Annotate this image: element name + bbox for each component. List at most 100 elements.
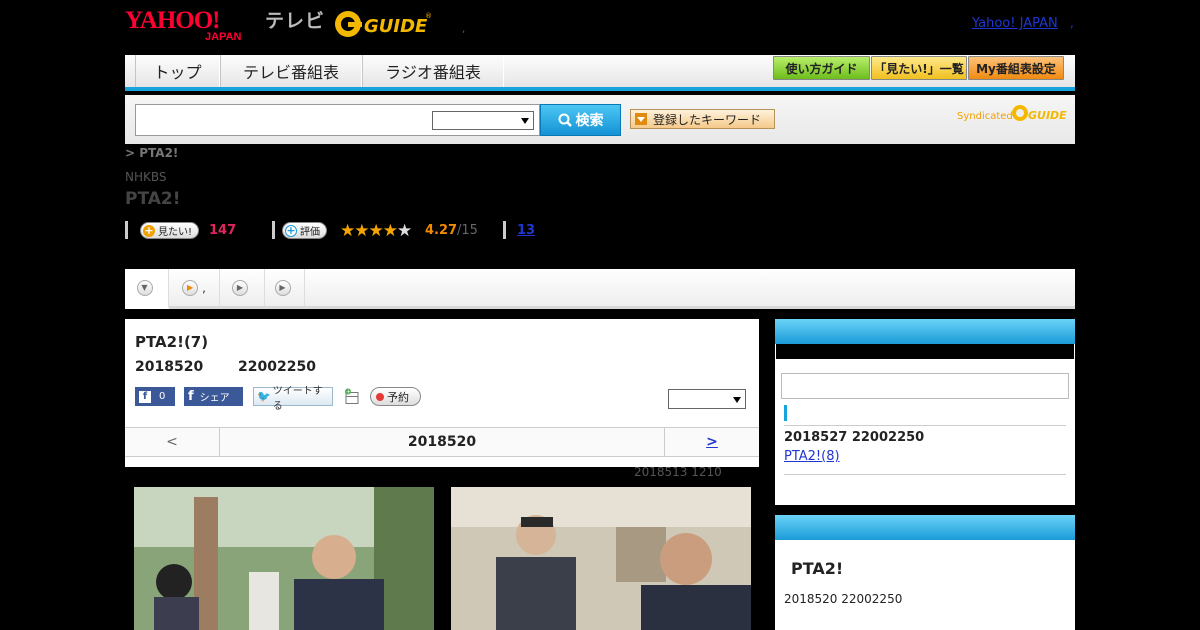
episode-title: PTA2!(7) — [135, 333, 209, 351]
plus-icon: + — [285, 223, 297, 237]
svg-text:+: + — [346, 389, 351, 396]
guide-button[interactable]: 使い方ガイド — [773, 56, 870, 80]
tab-episodes[interactable]: ▶ , — [169, 269, 220, 306]
tab-reviews[interactable]: ▶ — [220, 269, 265, 306]
yahoo-link-dot: , — [1070, 16, 1074, 30]
episode-navigation: < 2018520 > — [125, 427, 759, 457]
rating-count: /15 — [457, 223, 478, 238]
section-marker — [784, 405, 787, 421]
panel-header — [775, 319, 1075, 344]
episode-photo — [134, 487, 434, 630]
dropdown-arrow-icon — [635, 113, 647, 125]
facebook-icon: f — [188, 389, 194, 404]
main-navbar: トップ テレビ番組表 ラジオ番組表 使い方ガイド 「見たい!」一覧 My番組表設… — [125, 55, 1075, 91]
want-button[interactable]: + 見たい! — [140, 222, 200, 239]
syndicated-gguide-badge: Syndicated GUIDE — [957, 105, 1067, 122]
breadcrumb[interactable]: > PTA2! — [125, 146, 178, 160]
panel-header — [775, 515, 1075, 540]
search-button[interactable]: 検索 — [540, 104, 621, 136]
play-icon: ▶ — [274, 279, 291, 296]
next-broadcast-panel: 2018527 22002250 PTA2!(8) — [775, 319, 1075, 505]
nav-tab-top[interactable]: トップ — [135, 55, 220, 87]
svg-text:GUIDE: GUIDE — [1028, 109, 1067, 122]
record-dot-icon — [376, 392, 384, 401]
registered-keywords-button[interactable]: 登録したキーワード — [630, 109, 775, 129]
reserve-button[interactable]: 予約 — [370, 387, 421, 406]
chevron-down-icon — [733, 397, 741, 403]
search-bar: 検索 登録したキーワード Syndicated GUIDE — [125, 95, 1075, 144]
review-count-link[interactable]: 13 — [517, 223, 535, 238]
nav-tab-tv-listings[interactable]: テレビ番組表 — [220, 55, 362, 87]
syndicated-label: Syndicated — [957, 111, 1013, 122]
next-episode-link[interactable]: PTA2!(8) — [784, 449, 840, 464]
my-listings-settings-button[interactable]: My番組表設定 — [968, 56, 1064, 80]
stat-separator — [125, 221, 128, 239]
yahoo-japan-logo[interactable]: YAHOO! JAPAN — [125, 6, 261, 42]
program-info-date: 2018520 22002250 — [784, 592, 903, 606]
next-episode-button[interactable]: > — [664, 428, 759, 456]
nav-current-date: 2018520 — [407, 434, 477, 450]
play-icon: ▶ — [232, 279, 248, 296]
rating-value: 4.27 — [425, 223, 458, 238]
add-calendar-icon[interactable]: + — [343, 387, 361, 406]
episode-panel: PTA2!(7) 2018520 22002250 f 0 f シェア 🐦 ツイ… — [125, 319, 759, 467]
rating-stars: ★★★★★ — [340, 221, 412, 241]
episode-select[interactable] — [668, 389, 746, 409]
page-title: PTA2! — [125, 189, 181, 209]
like-count: 0 — [159, 391, 166, 402]
svg-text:JAPAN: JAPAN — [205, 31, 242, 42]
yahoo-japan-link[interactable]: Yahoo! JAPAN — [972, 16, 1058, 31]
tweet-label: ツイートする — [272, 385, 323, 412]
program-info-panel: PTA2! 2018520 22002250 — [775, 515, 1075, 630]
panel-search-input[interactable] — [781, 373, 1069, 399]
tab-overview[interactable]: ▼ — [125, 269, 169, 309]
episode-time: 22002250 — [238, 359, 316, 375]
star-filled-icon: ★ — [368, 221, 384, 241]
search-button-label: 検索 — [575, 113, 604, 129]
channel-name: NHKBS — [125, 170, 167, 184]
chevron-down-icon — [521, 118, 529, 124]
episode-photo — [451, 487, 751, 630]
plus-icon: + — [143, 223, 155, 237]
search-category-select[interactable] — [432, 111, 534, 130]
want-count: 147 — [209, 223, 237, 238]
play-icon: ▶ — [182, 279, 199, 296]
tweet-button[interactable]: 🐦 ツイートする — [253, 386, 333, 412]
want-list-button[interactable]: 「見たい!」一覧 — [871, 56, 967, 80]
want-button-label: 見たい! — [158, 227, 193, 238]
prev-episode-button[interactable]: < — [125, 428, 220, 456]
star-filled-icon: ★ — [354, 221, 369, 241]
svg-text:®: ® — [425, 12, 432, 20]
panel-header-bar — [776, 344, 1074, 359]
share-label: シェア — [199, 393, 230, 404]
twitter-bird-icon: 🐦 — [257, 390, 271, 403]
updated-timestamp: 2018513 1210 — [634, 465, 722, 479]
tv-label: テレビ — [265, 10, 326, 32]
svg-text:GUIDE: GUIDE — [364, 16, 428, 37]
star-empty-icon: ★ — [397, 221, 412, 241]
nav-tab-radio-listings[interactable]: ラジオ番組表 — [362, 55, 504, 87]
gguide-small-logo: GUIDE — [1012, 105, 1067, 122]
stat-separator — [503, 221, 506, 239]
facebook-icon: f — [139, 390, 151, 403]
reserve-label: 予約 — [387, 390, 409, 404]
star-filled-icon: ★ — [382, 221, 398, 241]
tab-episodes-label: , — [202, 280, 206, 295]
tab-related[interactable]: ▶ — [265, 269, 305, 306]
rate-button-label: 評価 — [300, 227, 320, 238]
facebook-like-button[interactable]: f 0 — [135, 387, 175, 406]
registered-keywords-label: 登録したキーワード — [653, 112, 762, 127]
divider — [784, 474, 1066, 475]
chevron-down-icon: ▼ — [136, 279, 153, 296]
rate-button[interactable]: + 評価 — [282, 222, 327, 239]
facebook-share-button[interactable]: f シェア — [184, 387, 243, 406]
svg-text:YAHOO!: YAHOO! — [125, 7, 219, 34]
program-info-title: PTA2! — [791, 559, 844, 578]
header-dot: , — [462, 24, 466, 35]
search-icon — [558, 113, 572, 127]
episode-date: 2018520 — [135, 359, 204, 375]
next-broadcast-date: 2018527 22002250 — [784, 430, 925, 445]
gguide-logo[interactable]: GUIDE ® — [334, 8, 434, 40]
divider — [784, 425, 1066, 426]
stat-separator — [272, 221, 275, 239]
